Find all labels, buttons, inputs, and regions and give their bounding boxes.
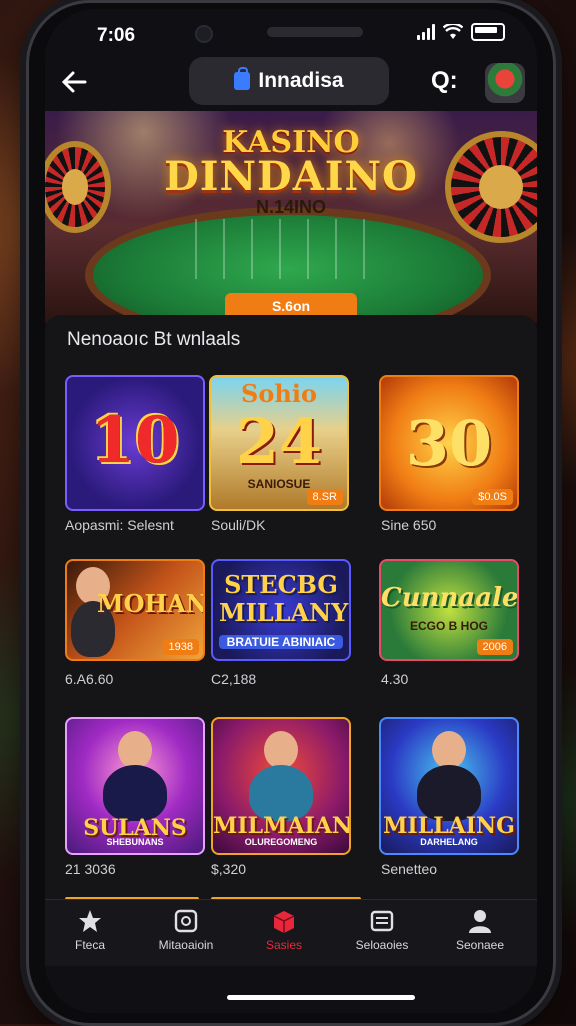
- camera-dot: [195, 25, 213, 43]
- tab-label: Seonaee: [455, 938, 505, 952]
- game-card-label: C2,188: [211, 671, 257, 687]
- game-card-label: Aopasmi: Selesnt: [65, 517, 174, 533]
- list-icon: [370, 910, 394, 932]
- square-icon: [174, 909, 198, 933]
- character-portrait: [118, 731, 152, 769]
- game-card-title: MILLAING: [383, 813, 515, 839]
- top-nav: Innadisa Q:: [45, 53, 537, 111]
- tab-home[interactable]: Fteca: [45, 908, 135, 952]
- app-title-pill[interactable]: Innadisa: [189, 57, 389, 105]
- game-card-badge: $0.0S: [472, 489, 513, 505]
- hero-subtitle: N.14INO: [255, 197, 327, 217]
- game-card-title: 30: [405, 407, 493, 480]
- game-card-title: 24: [235, 405, 323, 478]
- game-card[interactable]: MILLAING DARHELANG: [379, 717, 519, 855]
- star-icon: [79, 910, 101, 932]
- game-card-subtitle: SHEBUNANS: [106, 837, 164, 847]
- box-icon: [273, 911, 295, 933]
- tab-games[interactable]: Sasies: [239, 908, 329, 952]
- back-arrow-icon[interactable]: [59, 67, 93, 97]
- game-card-label: Sine 650: [381, 517, 437, 533]
- tab-selections[interactable]: Seloaoies: [337, 908, 427, 952]
- game-card[interactable]: STECBG MILLANY BRATUIE ABINIAIC: [211, 559, 351, 661]
- game-card-badge: 2006: [476, 639, 513, 655]
- game-card[interactable]: MOHAN 1938: [65, 559, 205, 661]
- game-card[interactable]: SULANS SHEBUNANS: [65, 717, 205, 855]
- tab-label: Mitaoaioin: [158, 938, 214, 952]
- game-card-title: MOHAN: [97, 589, 205, 618]
- game-card[interactable]: Cunnaale ECGO B HOG 2006: [379, 559, 519, 661]
- system-icons: [417, 23, 505, 41]
- game-card-badge: 8.SR: [306, 489, 343, 505]
- game-card-subtitle: ECGO B HOG: [409, 619, 488, 633]
- home-indicator[interactable]: [227, 995, 415, 1000]
- game-card-label: 21 3036: [65, 861, 116, 877]
- game-card-title: MILMAIANG: [213, 813, 351, 839]
- avatar[interactable]: [485, 63, 525, 103]
- phone-frame: 7:06 Innadisa Q: KASINO DINDAINO N.14INO…: [26, 0, 556, 1026]
- tab-account[interactable]: Seonaee: [435, 908, 525, 952]
- hero-title-main: DINDAINO: [164, 153, 418, 200]
- character-portrait: [264, 731, 298, 769]
- screen: 7:06 Innadisa Q: KASINO DINDAINO N.14INO…: [45, 9, 537, 1013]
- section-title: Nenoaoıc Bt wnlaals: [67, 329, 241, 350]
- games-panel: Nenoaoıc Bt wnlaals 10 Aopasmi: Selesnt …: [45, 315, 537, 965]
- game-card[interactable]: MILMAIANG OLUREGOMENG: [211, 717, 351, 855]
- game-card-title: Cunnaale: [381, 583, 519, 613]
- character-portrait: [432, 731, 466, 769]
- signal-icon: [417, 24, 435, 40]
- hero-banner[interactable]: KASINO DINDAINO N.14INO S.6on: [45, 111, 537, 323]
- game-card-label: $,320: [211, 861, 247, 877]
- game-card-subtitle: DARHELANG: [420, 837, 478, 847]
- game-card-label: 6.A6.60: [65, 671, 114, 687]
- game-card-label: Senetteo: [381, 861, 438, 877]
- table-markings: [195, 219, 365, 279]
- speaker-notch: [267, 27, 363, 37]
- game-card-subtitle: BRATUIE ABINIAIC: [219, 635, 343, 649]
- user-icon: [469, 910, 491, 933]
- tab-label: Sasies: [265, 938, 303, 952]
- game-card-badge: 1938: [162, 639, 199, 655]
- search-icon[interactable]: Q:: [431, 67, 458, 95]
- tab-promotions[interactable]: Mitaoaioin: [141, 908, 231, 952]
- game-card[interactable]: Sohio 24 SANIOSUE 8.SR: [209, 375, 349, 511]
- tab-label: Fteca: [74, 938, 105, 952]
- shopping-bag-icon: [234, 67, 251, 90]
- character-body: [103, 765, 167, 821]
- game-card-label: Souli/DK: [211, 517, 266, 533]
- game-card[interactable]: 30 $0.0S: [379, 375, 519, 511]
- game-card-title: STECBG MILLANY: [219, 570, 349, 627]
- game-card-subtitle: OLUREGOMENG: [244, 837, 318, 847]
- game-card-title: 10: [90, 403, 180, 478]
- bottom-tab-bar: Fteca Mitaoaioin Sasies Seloaoies Seonae…: [45, 899, 537, 966]
- game-card-top-text: Sohio: [241, 379, 317, 408]
- tab-label: Seloaoies: [355, 938, 409, 952]
- app-title: Innadisa: [258, 69, 344, 92]
- status-bar: 7:06: [45, 9, 537, 53]
- wifi-icon: [443, 24, 463, 39]
- game-card-label: 4.30: [381, 671, 409, 687]
- status-time: 7:06: [97, 25, 136, 46]
- battery-icon: [471, 23, 505, 41]
- game-card[interactable]: 10: [65, 375, 205, 511]
